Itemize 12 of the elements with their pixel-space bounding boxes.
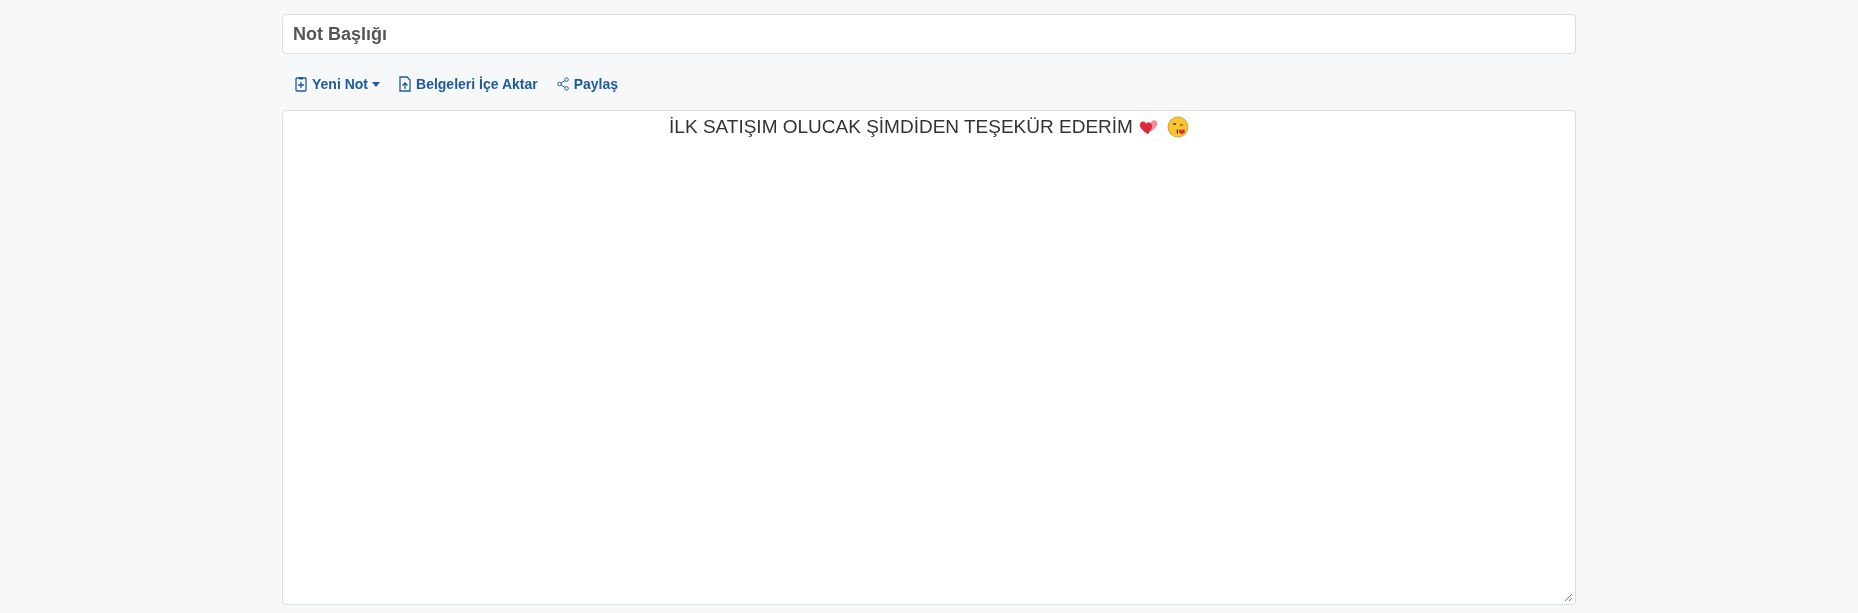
toolbar-button[interactable]: Paylaş bbox=[549, 72, 625, 96]
clipboard-plus-icon bbox=[294, 76, 308, 92]
file-upload-icon bbox=[398, 76, 412, 92]
note-editor[interactable]: İLK SATIŞIM OLUCAK ŞİMDİDEN TEŞEKÜR EDERİM bbox=[282, 110, 1576, 605]
toolbar-button[interactable]: Yeni Not bbox=[288, 72, 386, 96]
resize-handle-icon[interactable] bbox=[1564, 593, 1573, 602]
caret-icon bbox=[372, 81, 380, 87]
toolbar-button[interactable]: Belgeleri İçe Aktar bbox=[392, 72, 544, 96]
note-text: İLK SATIŞIM OLUCAK ŞİMDİDEN TEŞEKÜR EDERİM bbox=[669, 116, 1133, 138]
kissing-emoji-icon bbox=[1166, 116, 1189, 138]
note-title-field[interactable]: Not Başlığı bbox=[282, 14, 1576, 54]
share-icon bbox=[555, 76, 570, 92]
